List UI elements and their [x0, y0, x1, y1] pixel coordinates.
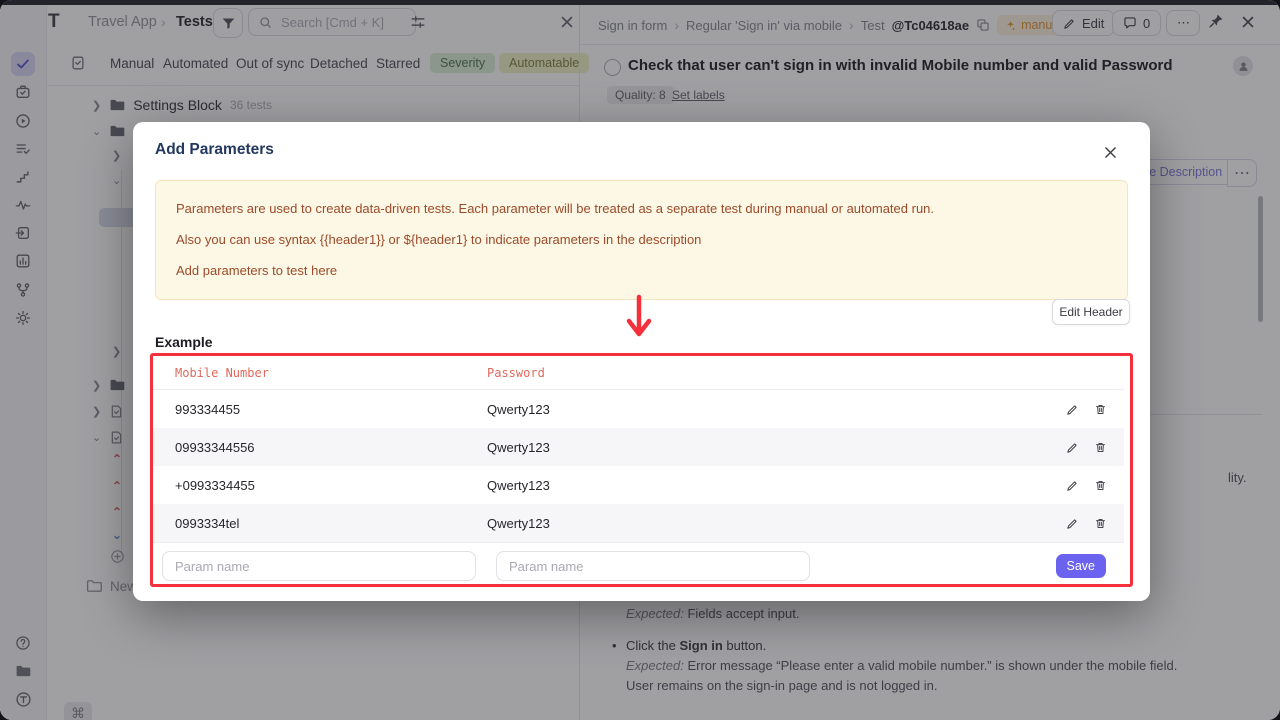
annotation-arrow-down [625, 294, 653, 342]
cell-mobile: +0993334455 [153, 478, 487, 493]
delete-row-icon[interactable] [1094, 403, 1107, 416]
edit-header-button[interactable]: Edit Header [1052, 299, 1130, 325]
delete-row-icon[interactable] [1094, 441, 1107, 454]
info-line-1: Parameters are used to create data-drive… [176, 200, 1107, 218]
table-row: 09933344556 Qwerty123 [153, 428, 1124, 466]
cell-password: Qwerty123 [487, 402, 1066, 417]
parameters-table: Mobile Number Password 993334455 Qwerty1… [153, 356, 1124, 589]
modal-close-icon[interactable] [1104, 146, 1117, 159]
save-button[interactable]: Save [1056, 554, 1107, 578]
new-param-row: Save [153, 542, 1124, 589]
table-row: 0993334tel Qwerty123 [153, 504, 1124, 542]
example-label: Example [155, 334, 213, 350]
column-header-mobile: Mobile Number [153, 366, 487, 380]
table-row: 993334455 Qwerty123 [153, 390, 1124, 428]
cell-password: Qwerty123 [487, 478, 1066, 493]
param-name-input-2[interactable] [496, 551, 810, 581]
delete-row-icon[interactable] [1094, 479, 1107, 492]
column-header-password: Password [487, 366, 1124, 380]
edit-row-icon[interactable] [1066, 403, 1079, 416]
cell-mobile: 0993334tel [153, 516, 487, 531]
cell-mobile: 993334455 [153, 402, 487, 417]
edit-row-icon[interactable] [1066, 517, 1079, 530]
modal-title: Add Parameters [155, 141, 274, 159]
app-window: T Travel App › Tests Manual Automated Ou… [0, 0, 1280, 720]
table-header-row: Mobile Number Password [153, 356, 1124, 390]
add-parameters-modal: Add Parameters Parameters are used to cr… [133, 122, 1150, 601]
delete-row-icon[interactable] [1094, 517, 1107, 530]
edit-row-icon[interactable] [1066, 441, 1079, 454]
parameters-info-box: Parameters are used to create data-drive… [155, 180, 1128, 300]
cell-mobile: 09933344556 [153, 440, 487, 455]
edit-row-icon[interactable] [1066, 479, 1079, 492]
table-row: +0993334455 Qwerty123 [153, 466, 1124, 504]
param-name-input-1[interactable] [162, 551, 476, 581]
info-line-2: Also you can use syntax {{header1}} or $… [176, 231, 1107, 249]
info-line-3: Add parameters to test here [176, 262, 1107, 280]
cell-password: Qwerty123 [487, 440, 1066, 455]
cell-password: Qwerty123 [487, 516, 1066, 531]
